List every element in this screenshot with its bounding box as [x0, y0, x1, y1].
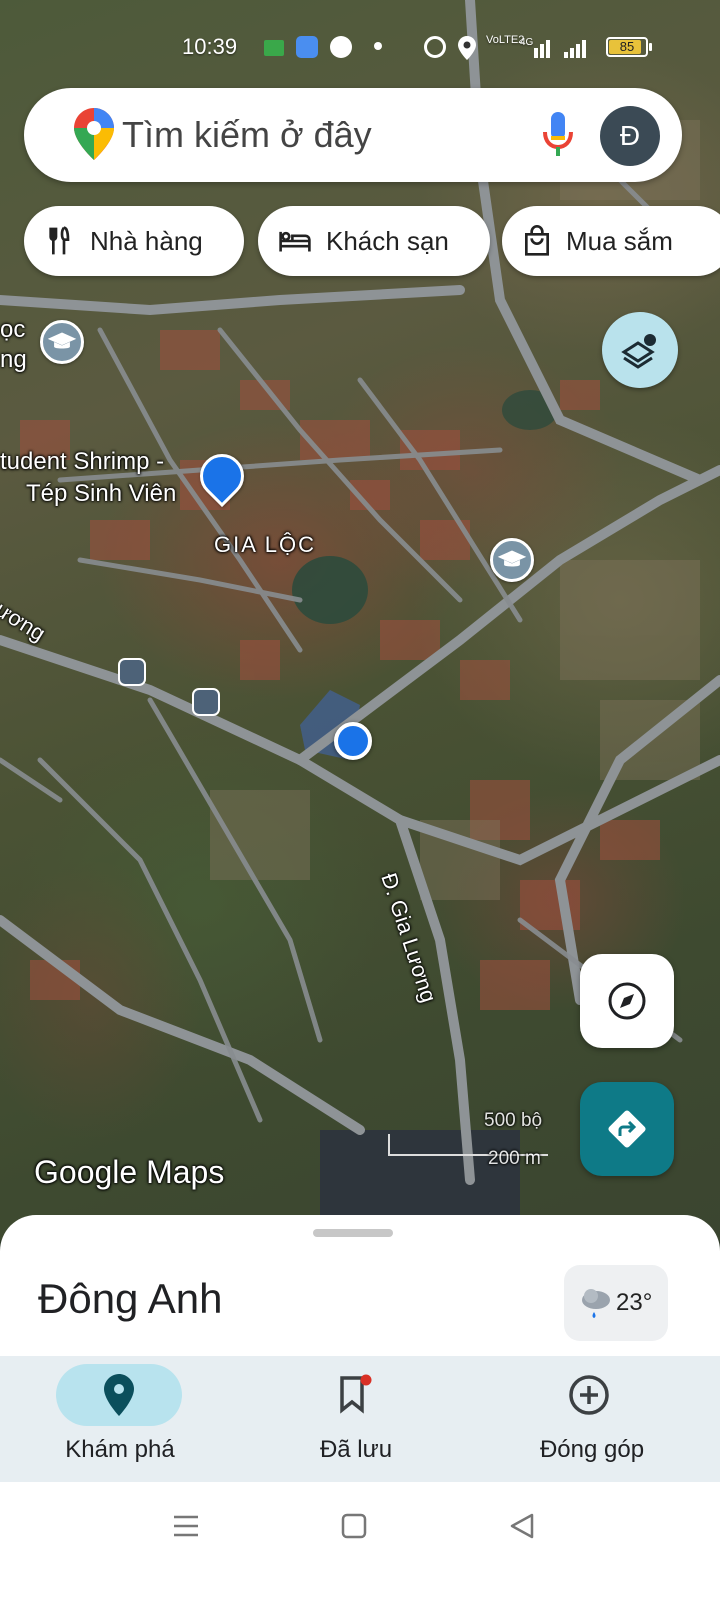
- nav-label: Khám phá: [65, 1436, 175, 1463]
- account-icon: [330, 36, 352, 58]
- nav-explore[interactable]: Khám phá: [0, 1356, 240, 1482]
- map-label-school-1: ọc: [0, 316, 26, 343]
- alarm-icon: [424, 36, 446, 58]
- map-label-shop-line1[interactable]: tudent Shrimp -: [0, 448, 164, 476]
- satellite-map[interactable]: ọc ng tudent Shrimp - Tép Sinh Viên GIA …: [0, 0, 720, 1240]
- school-marker-icon[interactable]: [490, 538, 534, 582]
- chip-restaurants[interactable]: Nhà hàng: [24, 206, 244, 276]
- volte-icon: VoLTE2: [486, 34, 525, 46]
- scale-imperial-label: 500 bộ: [484, 1110, 543, 1131]
- weather-chip[interactable]: 23°: [564, 1265, 668, 1341]
- google-maps-pin-icon: [74, 108, 114, 165]
- rain-cloud-icon: [582, 1289, 610, 1318]
- status-time: 10:39: [182, 34, 238, 59]
- battery-level: 85: [619, 39, 635, 54]
- map-label-area: GIA LỘC: [214, 532, 317, 557]
- nav-contribute[interactable]: Đóng góp: [472, 1356, 712, 1482]
- drag-handle[interactable]: [313, 1229, 393, 1237]
- location-icon: [458, 36, 476, 66]
- layers-icon: [621, 334, 656, 369]
- app-notification-icon: [296, 36, 318, 58]
- current-location-dot: [334, 722, 372, 760]
- status-bar: 10:39 VoLTE2 4G 85: [0, 30, 720, 66]
- shopping-bag-icon: [525, 225, 549, 256]
- directions-icon: [608, 1110, 646, 1148]
- menu-icon[interactable]: [172, 1512, 200, 1540]
- back-triangle-icon[interactable]: [508, 1512, 536, 1540]
- chip-shopping[interactable]: Mua sắm: [502, 206, 720, 276]
- bottom-sheet[interactable]: Đông Anh 23°: [0, 1215, 720, 1360]
- map-roads: [0, 0, 720, 1220]
- bookmark-icon: [340, 1374, 372, 1414]
- nav-label: Đóng góp: [539, 1436, 645, 1463]
- chip-label: Nhà hàng: [90, 225, 203, 256]
- bus-stop-icon[interactable]: [192, 688, 220, 716]
- system-navigation-bar: [0, 1482, 720, 1600]
- chip-label: Khách sạn: [326, 225, 449, 256]
- nav-saved[interactable]: Đã lưu: [236, 1356, 476, 1482]
- explore-pin-icon: [104, 1374, 134, 1416]
- google-maps-logo: Google Maps: [34, 1154, 225, 1190]
- compass-icon: [608, 982, 646, 1020]
- chip-label: Mua sắm: [566, 225, 673, 256]
- search-input[interactable]: Tìm kiếm ở đây: [122, 114, 372, 156]
- app-notification-icon: [264, 40, 284, 56]
- svg-text:4G: 4G: [520, 37, 534, 48]
- restaurant-icon: [49, 226, 70, 255]
- dot-icon: [374, 42, 382, 50]
- nav-label: Đã lưu: [319, 1436, 393, 1463]
- search-bar[interactable]: Tìm kiếm ở đây Đ: [24, 88, 682, 182]
- map-layers-button[interactable]: [602, 312, 678, 388]
- hotel-icon: [279, 231, 311, 252]
- signal-icon: 4G: [520, 36, 600, 66]
- school-marker-icon[interactable]: [40, 320, 84, 364]
- account-avatar[interactable]: Đ: [600, 106, 660, 166]
- bus-stop-icon[interactable]: [118, 658, 146, 686]
- map-label-school-2: ng: [0, 346, 27, 373]
- add-circle-icon: [569, 1375, 609, 1415]
- chip-hotels[interactable]: Khách sạn: [258, 206, 490, 276]
- scale-metric-label: 200 m: [488, 1148, 541, 1169]
- microphone-icon[interactable]: [542, 112, 574, 163]
- recenter-button[interactable]: [580, 954, 674, 1048]
- directions-button[interactable]: [580, 1082, 674, 1176]
- place-title: Đông Anh: [38, 1275, 223, 1322]
- map-label-shop-line2[interactable]: Tép Sinh Viên: [26, 480, 176, 508]
- bottom-navigation: Khám phá Đã lưu Đóng góp: [0, 1356, 720, 1482]
- battery-icon: 85: [606, 37, 652, 57]
- home-square-icon[interactable]: [340, 1512, 368, 1540]
- weather-temperature: 23°: [616, 1289, 653, 1316]
